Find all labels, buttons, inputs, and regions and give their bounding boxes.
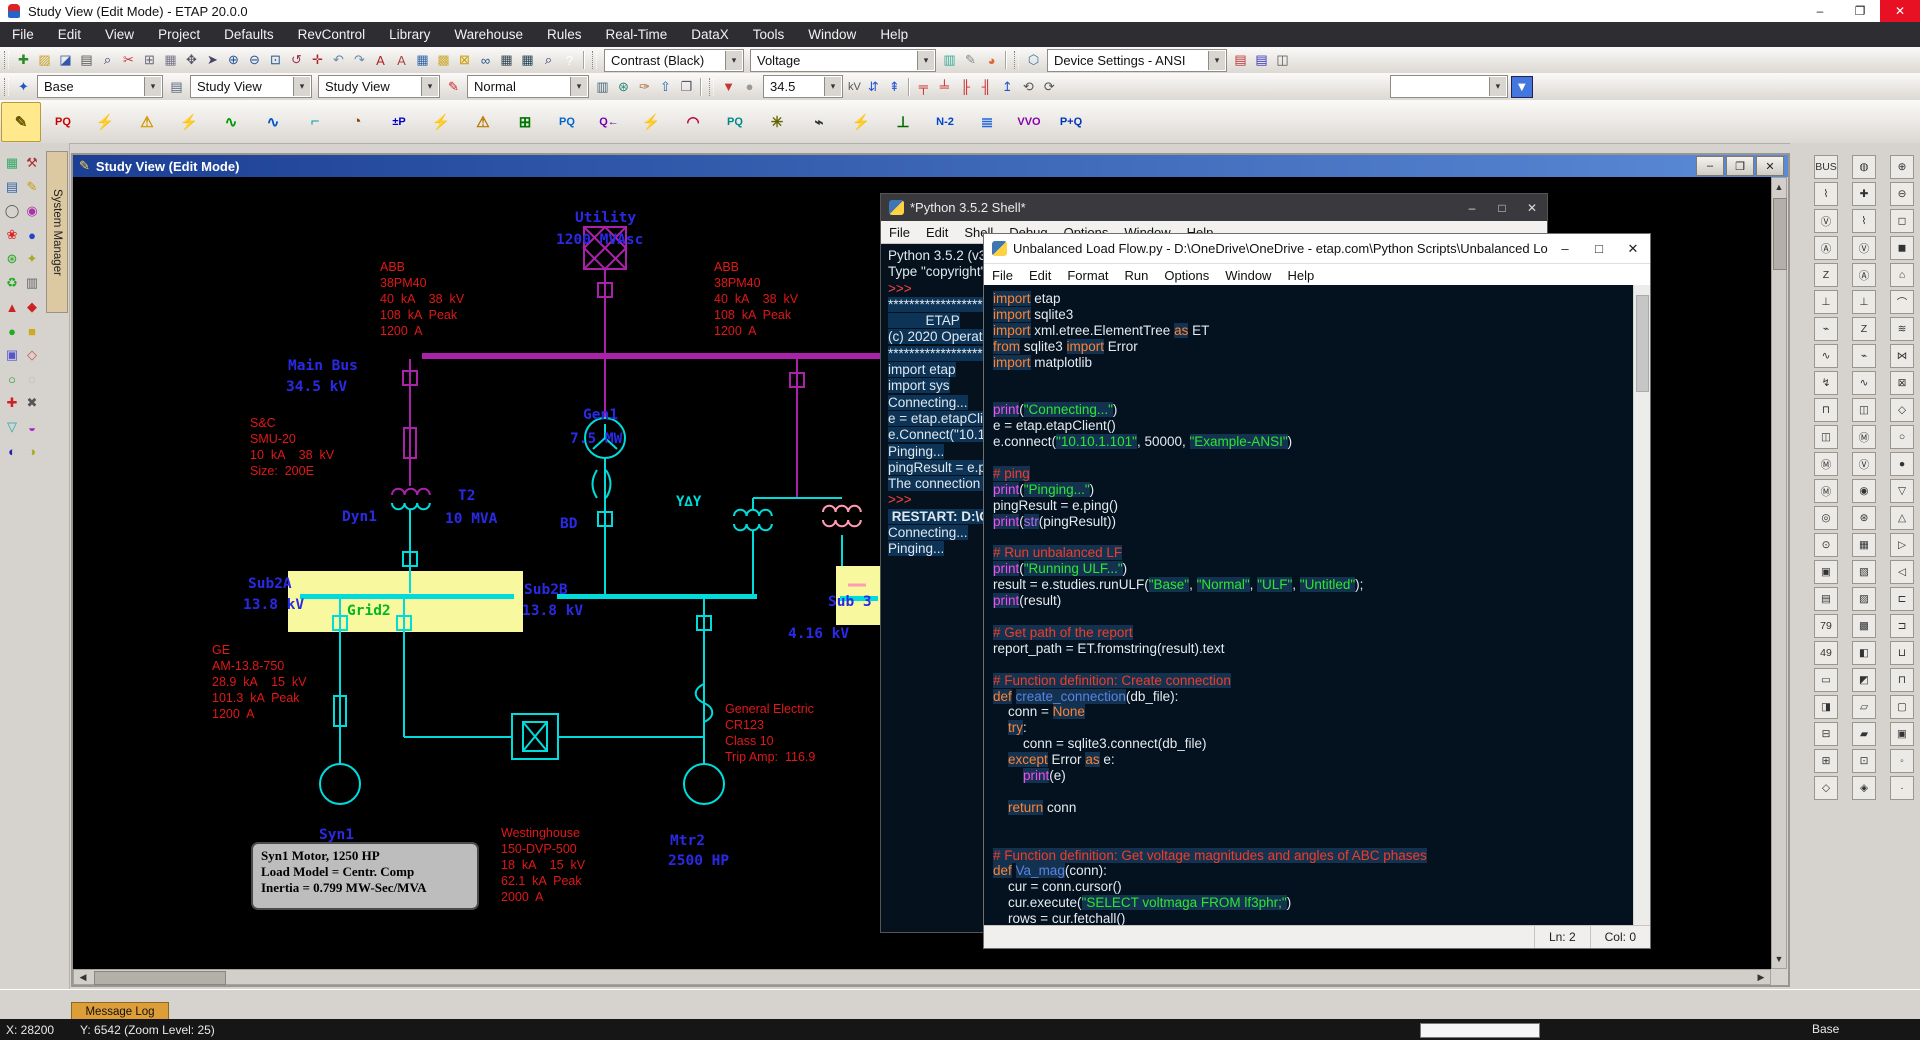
editor-menu-item[interactable]: Edit <box>1021 268 1059 283</box>
editor-title: Unbalanced Load Flow.py - D:\OneDrive\On… <box>1013 241 1548 256</box>
sub2b-kv[interactable]: 13.8 kV <box>522 570 583 652</box>
annotation-line: Inertia = 0.799 MW-Sec/MVA <box>261 880 469 896</box>
vector-group[interactable]: Y∆Y <box>676 462 710 542</box>
editor-restore-button[interactable]: □ <box>1582 234 1616 263</box>
editor-menu-item[interactable]: Window <box>1217 268 1279 283</box>
ge-breaker[interactable]: GEAM-13.8-75028.9 kA 15 kV101.3 kA Peak1… <box>212 614 307 750</box>
shell-minimize-button[interactable]: – <box>1457 194 1487 221</box>
annotation-line: Syn1 Motor, 1250 HP <box>261 848 469 864</box>
diagram-label-line: 150-DVP-500 <box>501 841 585 857</box>
diagram-label-line: Class 10 <box>725 733 815 749</box>
diagram-label-line: 1200 A <box>212 706 307 722</box>
diagram-label-line: 1200 A <box>380 323 464 339</box>
diagram-label-line: 10 kA 38 kV <box>250 447 334 463</box>
python-editor-window: Unbalanced Load Flow.py - D:\OneDrive\On… <box>983 233 1651 949</box>
annotation-line: Load Model = Centr. Comp <box>261 864 469 880</box>
diagram-label-line: Grid2 <box>347 603 391 619</box>
diagram-label-line: Westinghouse <box>501 825 585 841</box>
diagram-label-line: General Electric <box>725 701 815 717</box>
diagram-label-line: GE <box>212 642 307 658</box>
diagram-label-line: 13.8 kV <box>243 596 304 614</box>
general-electric-relay[interactable]: General ElectricCR123Class 10Trip Amp: 1… <box>725 673 815 793</box>
diagram-label-line: ABB <box>714 259 798 275</box>
editor-menu-item[interactable]: Run <box>1117 268 1157 283</box>
shell-close-button[interactable]: ✕ <box>1517 194 1547 221</box>
editor-menu-item[interactable]: File <box>984 268 1021 283</box>
diagram-label-line: Size: 200E <box>250 463 334 479</box>
mtr2-hp[interactable]: 2500 HP <box>668 820 729 902</box>
annotation-box[interactable]: Syn1 Motor, 1250 HPLoad Model = Centr. C… <box>251 842 479 910</box>
t2-secondary-coil <box>392 503 430 509</box>
diagram-label-line: 10 MVA <box>445 510 497 528</box>
diagram-label-line: 101.3 kA Peak <box>212 690 307 706</box>
diagram-label-line: 7.5 MW <box>570 430 622 448</box>
diagram-label-line: 2500 HP <box>668 852 729 870</box>
column-indicator: Col: 0 <box>1590 926 1650 948</box>
sub2a-bus-bar[interactable] <box>300 594 514 599</box>
diagram-label-line: 38PM40 <box>714 275 798 291</box>
shell-menu-item[interactable]: Edit <box>918 225 956 240</box>
diagram-label-line: Dyn1 <box>342 508 377 526</box>
grid2[interactable]: Grid2 <box>347 571 391 651</box>
diagram-label-line: 62.1 kA Peak <box>501 873 585 889</box>
t2-primary-coil <box>392 489 430 495</box>
editor-menu-item[interactable]: Options <box>1156 268 1217 283</box>
diagram-label-line: CR123 <box>725 717 815 733</box>
editor-close-button[interactable]: ✕ <box>1616 234 1650 263</box>
dyn1[interactable]: Dyn1 <box>342 476 377 558</box>
diagram-label-line: 13.8 kV <box>522 602 583 620</box>
editor-titlebar[interactable]: Unbalanced Load Flow.py - D:\OneDrive\On… <box>984 234 1650 264</box>
diagram-label-line: BD <box>560 515 595 533</box>
python-icon <box>889 200 904 215</box>
editor-scrollbar[interactable] <box>1633 285 1650 926</box>
diagram-label-line: S&C <box>250 415 334 431</box>
diagram-label-line: Trip Amp: 116.9 <box>725 749 815 765</box>
abb-breaker-left[interactable]: ABB38PM4040 kA 38 kV108 kA Peak1200 A <box>380 231 464 367</box>
shell-title: *Python 3.5.2 Shell* <box>910 200 1026 215</box>
editor-statusbar: Ln: 2 Col: 0 <box>984 925 1650 948</box>
diagram-label-line: SMU-20 <box>250 431 334 447</box>
editor-scroll-thumb[interactable] <box>1636 295 1649 392</box>
code-editor[interactable]: import etapimport sqlite3import xml.etre… <box>984 285 1634 926</box>
diagram-label-line: 40 kA 38 kV <box>380 291 464 307</box>
diagram-label-line: ABB <box>380 259 464 275</box>
sub2b-bus-bar[interactable] <box>557 594 757 599</box>
t3-primary-coil <box>734 510 772 516</box>
shell-restore-button[interactable]: □ <box>1487 194 1517 221</box>
diagram-label-line: 4.16 kV <box>788 625 849 643</box>
editor-menu-item[interactable]: Format <box>1059 268 1116 283</box>
editor-menu-item[interactable]: Help <box>1279 268 1322 283</box>
diagram-label-line: 18 kA 15 kV <box>501 857 585 873</box>
diagram-label-line: AM-13.8-750 <box>212 658 307 674</box>
westinghouse-breaker[interactable]: Westinghouse150-DVP-50018 kA 15 kV62.1 k… <box>501 797 585 933</box>
diagram-label-line: 1200 MVAsc <box>556 231 643 249</box>
diagram-label-line: 1200 A <box>714 323 798 339</box>
shell-titlebar[interactable]: *Python 3.5.2 Shell* – □ ✕ <box>881 194 1547 221</box>
editor-menubar: FileEditFormatRunOptionsWindowHelp <box>984 264 1650 287</box>
shell-menu-item[interactable]: File <box>881 225 918 240</box>
gen1-mw[interactable]: 7.5 MW <box>570 398 622 480</box>
mtr2-symbol <box>684 764 724 804</box>
diagram-label-line: 38PM40 <box>380 275 464 291</box>
sc-fuse[interactable]: S&CSMU-2010 kA 38 kVSize: 200E <box>250 387 334 507</box>
t2-mva[interactable]: 10 MVA <box>445 478 497 560</box>
main-bus-bar[interactable] <box>422 353 880 359</box>
abb-breaker-right[interactable]: ABB38PM4040 kA 38 kV108 kA Peak1200 A <box>714 231 798 367</box>
python-icon <box>992 241 1007 256</box>
diagram-label-line: 40 kA 38 kV <box>714 291 798 307</box>
grid2-highlight[interactable] <box>288 571 523 632</box>
diagram-label-line: 108 kA Peak <box>380 307 464 323</box>
editor-minimize-button[interactable]: – <box>1548 234 1582 263</box>
diagram-label-line: Y∆Y <box>676 494 710 510</box>
diagram-label-line: 2000 A <box>501 889 585 905</box>
diagram-label-line: 28.9 kA 15 kV <box>212 674 307 690</box>
line-indicator: Ln: 2 <box>1534 926 1590 948</box>
diagram-label-line: 108 kA Peak <box>714 307 798 323</box>
utility-rating[interactable]: 1200 MVAsc <box>556 199 643 281</box>
sub3-kv[interactable]: 4.16 kV <box>788 593 849 675</box>
